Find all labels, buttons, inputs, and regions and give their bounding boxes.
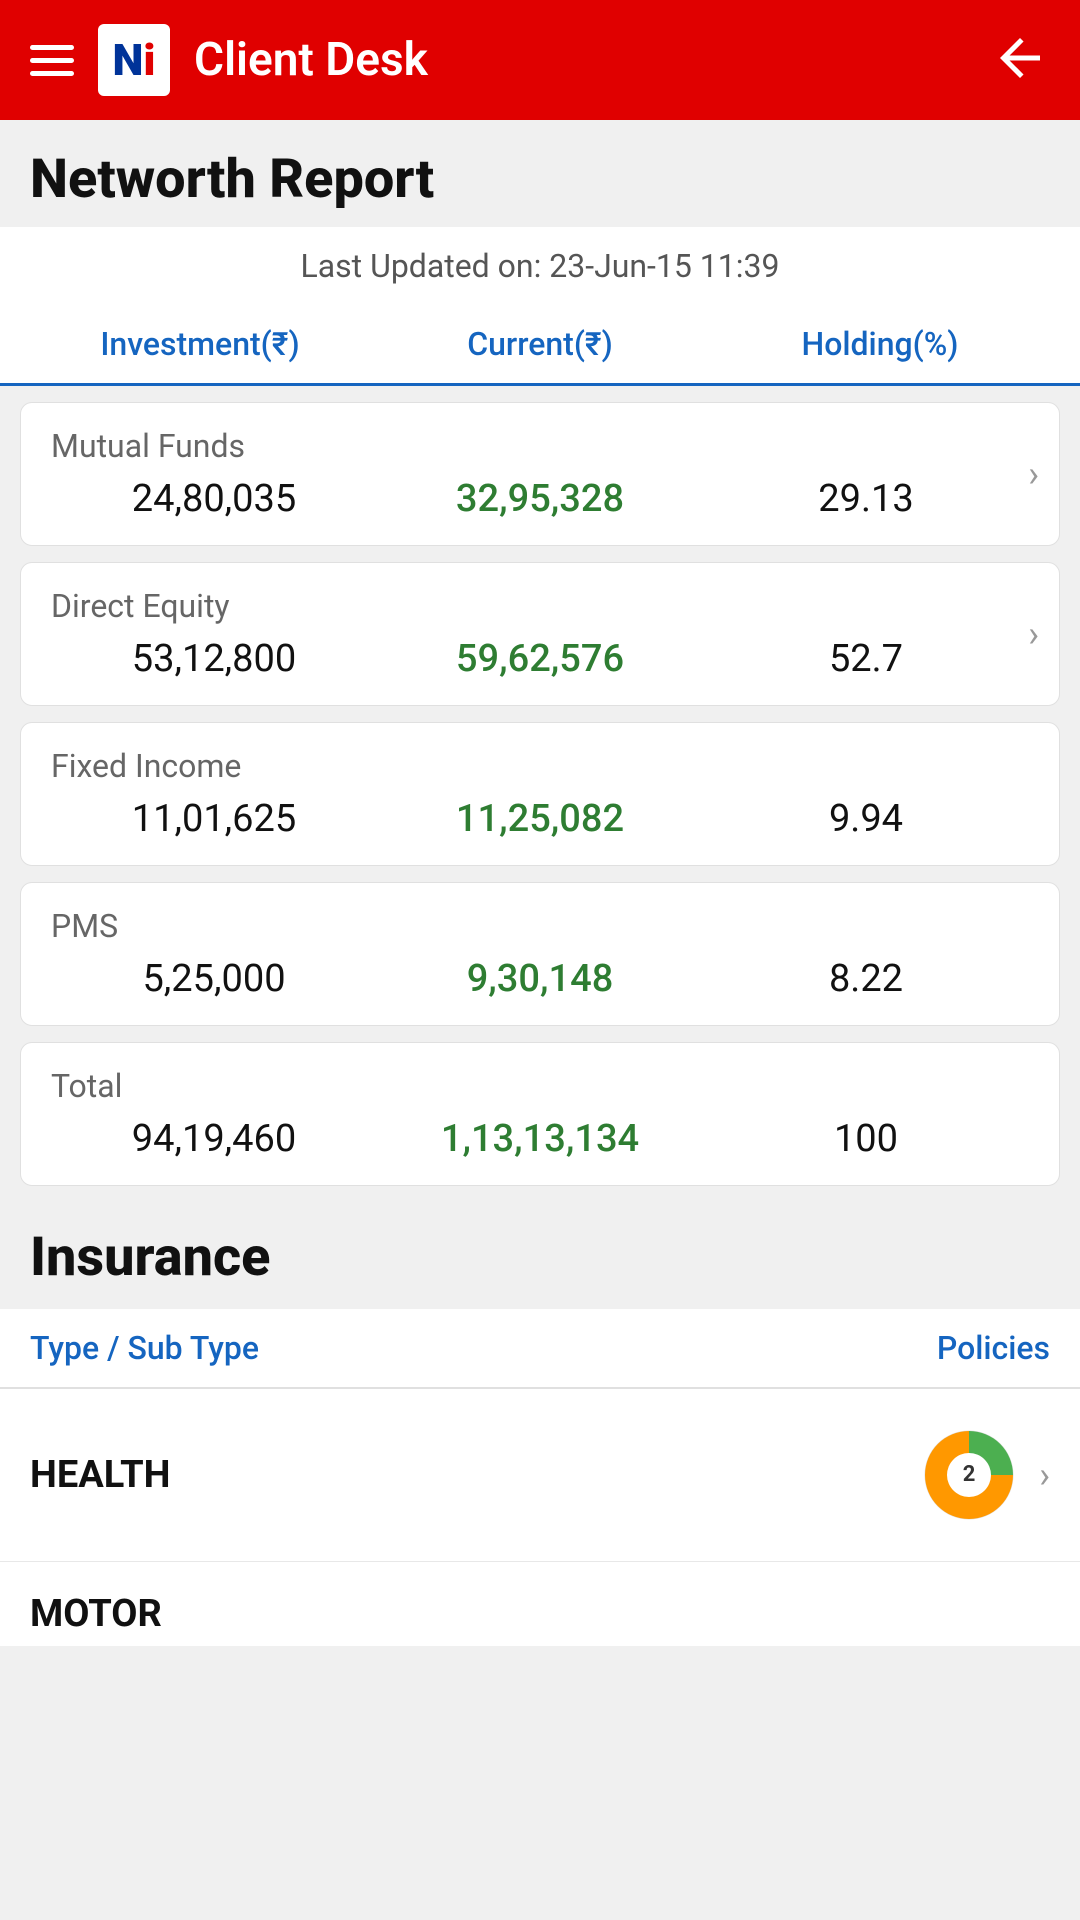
back-button[interactable] bbox=[990, 28, 1050, 92]
fixed-income-values: 11,01,625 11,25,082 9.94 bbox=[51, 797, 1029, 841]
col-current-header: Current(₹) bbox=[370, 325, 710, 363]
total-investment: 94,19,460 bbox=[51, 1117, 377, 1161]
logo-n-letter: N bbox=[112, 34, 143, 86]
mutual-funds-values: 24,80,035 32,95,328 29.13 bbox=[51, 477, 1029, 521]
mutual-funds-label: Mutual Funds bbox=[51, 427, 1029, 465]
app-header: N i Client Desk bbox=[0, 0, 1080, 120]
logo-i-letter: i bbox=[143, 34, 155, 86]
pms-current: 9,30,148 bbox=[377, 957, 703, 1001]
investment-cards-section: Mutual Funds 24,80,035 32,95,328 29.13 ›… bbox=[0, 386, 1080, 1202]
direct-equity-holding: 52.7 bbox=[703, 637, 1029, 681]
mutual-funds-current: 32,95,328 bbox=[377, 477, 703, 521]
insurance-section: Insurance bbox=[0, 1202, 1080, 1289]
health-type-label: HEALTH bbox=[30, 1453, 170, 1497]
total-card: Total 94,19,460 1,13,13,134 100 bbox=[20, 1042, 1060, 1186]
header-left: N i Client Desk bbox=[30, 24, 428, 96]
fixed-income-card: Fixed Income 11,01,625 11,25,082 9.94 bbox=[20, 722, 1060, 866]
mutual-funds-holding: 29.13 bbox=[703, 477, 1029, 521]
insurance-motor-row[interactable]: MOTOR bbox=[0, 1562, 1080, 1646]
direct-equity-investment: 53,12,800 bbox=[51, 637, 377, 681]
fixed-income-investment: 11,01,625 bbox=[51, 797, 377, 841]
insurance-policies-col-header: Policies bbox=[937, 1329, 1050, 1367]
motor-type-label: MOTOR bbox=[30, 1592, 162, 1636]
direct-equity-current: 59,62,576 bbox=[377, 637, 703, 681]
total-values: 94,19,460 1,13,13,134 100 bbox=[51, 1117, 1029, 1161]
health-pie-chart: 2 bbox=[919, 1425, 1019, 1525]
insurance-title: Insurance bbox=[30, 1226, 1050, 1289]
column-headers: Investment(₹) Current(₹) Holding(%) bbox=[0, 305, 1080, 386]
insurance-health-row[interactable]: HEALTH 2 › bbox=[0, 1389, 1080, 1562]
fixed-income-label: Fixed Income bbox=[51, 747, 1029, 785]
health-chevron-icon: › bbox=[1039, 1454, 1050, 1496]
pms-investment: 5,25,000 bbox=[51, 957, 377, 1001]
pms-holding: 8.22 bbox=[703, 957, 1029, 1001]
mutual-funds-card[interactable]: Mutual Funds 24,80,035 32,95,328 29.13 › bbox=[20, 402, 1060, 546]
direct-equity-label: Direct Equity bbox=[51, 587, 1029, 625]
insurance-rows: HEALTH 2 › MOTOR bbox=[0, 1389, 1080, 1646]
fixed-income-holding: 9.94 bbox=[703, 797, 1029, 841]
mutual-funds-chevron-icon: › bbox=[1028, 453, 1039, 495]
pms-card: PMS 5,25,000 9,30,148 8.22 bbox=[20, 882, 1060, 1026]
total-current: 1,13,13,134 bbox=[377, 1117, 703, 1161]
direct-equity-values: 53,12,800 59,62,576 52.7 bbox=[51, 637, 1029, 681]
svg-text:2: 2 bbox=[963, 1462, 976, 1487]
total-holding: 100 bbox=[703, 1117, 1029, 1161]
fixed-income-current: 11,25,082 bbox=[377, 797, 703, 841]
col-holding-header: Holding(%) bbox=[710, 325, 1050, 363]
total-label: Total bbox=[51, 1067, 1029, 1105]
mutual-funds-investment: 24,80,035 bbox=[51, 477, 377, 521]
app-logo: N i bbox=[98, 24, 170, 96]
health-policies-badge: 2 › bbox=[919, 1425, 1050, 1525]
app-title: Client Desk bbox=[194, 33, 428, 87]
pms-values: 5,25,000 9,30,148 8.22 bbox=[51, 957, 1029, 1001]
last-updated-section: Last Updated on: 23-Jun-15 11:39 bbox=[0, 227, 1080, 305]
last-updated-text: Last Updated on: 23-Jun-15 11:39 bbox=[301, 247, 780, 285]
page-title: Networth Report bbox=[30, 148, 1050, 211]
col-investment-header: Investment(₹) bbox=[30, 325, 370, 363]
pms-label: PMS bbox=[51, 907, 1029, 945]
direct-equity-card[interactable]: Direct Equity 53,12,800 59,62,576 52.7 › bbox=[20, 562, 1060, 706]
insurance-type-col-header: Type / Sub Type bbox=[30, 1329, 259, 1367]
insurance-table-header: Type / Sub Type Policies bbox=[0, 1309, 1080, 1389]
hamburger-menu-button[interactable] bbox=[30, 45, 74, 76]
page-title-section: Networth Report bbox=[0, 120, 1080, 227]
direct-equity-chevron-icon: › bbox=[1028, 613, 1039, 655]
